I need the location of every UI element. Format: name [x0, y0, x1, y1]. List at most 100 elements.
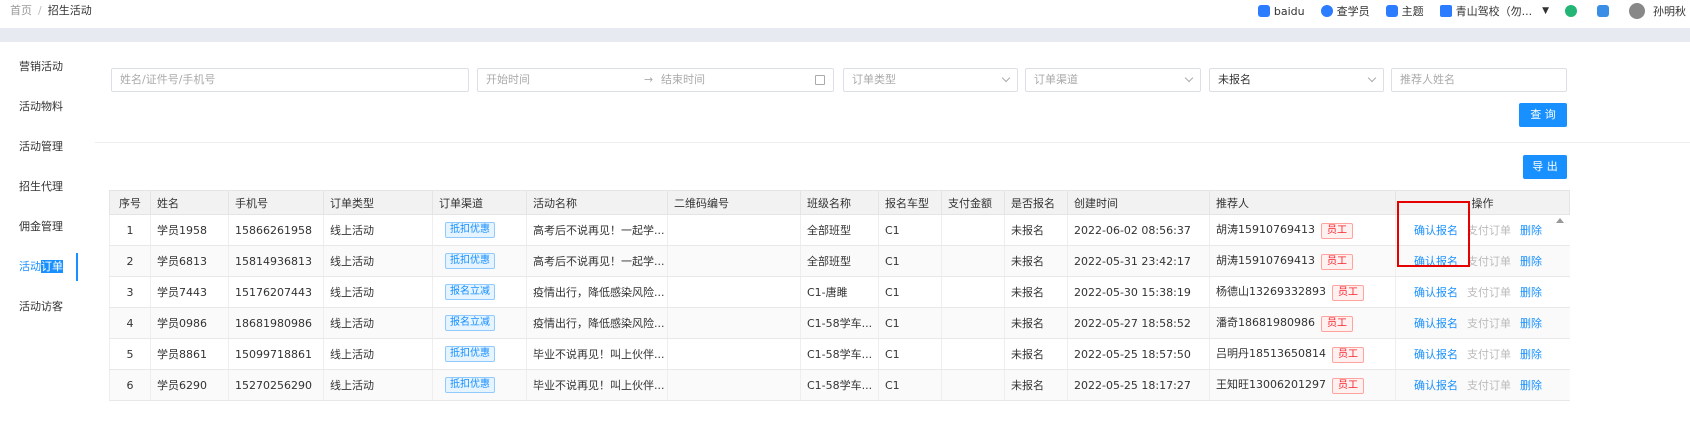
staff-badge: 员工	[1320, 316, 1353, 332]
row-channel: 抵扣优惠	[432, 369, 527, 401]
breadcrumb: 首页 / 招生活动	[10, 2, 92, 18]
channel-tag: 报名立减	[445, 315, 495, 331]
row-activity: 疫情出行，降低感染风险...	[526, 276, 668, 308]
row-activity: 高考后不说再见！一起学...	[526, 214, 668, 246]
refresh-button[interactable]	[1565, 5, 1581, 17]
row-order-type: 线上活动	[323, 245, 433, 277]
row-name: 学员6813	[150, 245, 229, 277]
order-type-placeholder: 订单类型	[852, 73, 896, 86]
row-car: C1	[878, 369, 942, 401]
row-qrcode	[667, 307, 801, 339]
header-class: 班级名称	[800, 190, 879, 215]
scroll-up-arrow-icon[interactable]	[1556, 218, 1564, 223]
delete-link[interactable]: 删除	[1520, 224, 1542, 237]
delete-link[interactable]: 删除	[1520, 348, 1542, 361]
sidebar: 营销活动 活动物料 活动管理 招生代理 佣金管理 活动订单 活动访客	[0, 42, 78, 435]
header-enrolled: 是否报名	[1004, 190, 1068, 215]
row-class: 全部班型	[800, 245, 879, 277]
row-name: 学员1958	[150, 214, 229, 246]
confirm-enroll-link[interactable]: 确认报名	[1414, 348, 1458, 361]
row-no: 3	[109, 276, 151, 308]
order-channel-placeholder: 订单渠道	[1034, 73, 1078, 86]
header-amount: 支付金额	[941, 190, 1005, 215]
shirt-icon	[1385, 5, 1398, 17]
row-amount	[941, 307, 1005, 339]
confirm-enroll-link[interactable]: 确认报名	[1414, 286, 1458, 299]
row-qrcode	[667, 214, 801, 246]
sidebar-item-activity-management[interactable]: 活动管理	[0, 133, 78, 161]
header-phone: 手机号	[228, 190, 324, 215]
school-label: 青山驾校（勿...	[1455, 5, 1533, 18]
breadcrumb-home[interactable]: 首页	[10, 4, 32, 17]
sidebar-item-activity-orders[interactable]: 活动订单	[0, 253, 78, 281]
table-row: 3 学员7443 15176207443 线上活动 报名立减 疫情出行，降低感染风险...…	[109, 276, 1570, 308]
sidebar-item-agents[interactable]: 招生代理	[0, 173, 78, 201]
search-student-link[interactable]: 查学员	[1320, 3, 1370, 19]
row-actions: 确认报名 支付订单 删除	[1395, 307, 1570, 339]
pay-order-link: 支付订单	[1467, 224, 1511, 237]
sidebar-item-commission[interactable]: 佣金管理	[0, 213, 78, 241]
keyword-input[interactable]: 姓名/证件号/手机号	[111, 68, 469, 92]
row-channel: 抵扣优惠	[432, 338, 527, 370]
row-activity: 毕业不说再见！叫上伙伴...	[526, 369, 668, 401]
pay-order-link: 支付订单	[1467, 255, 1511, 268]
row-qrcode	[667, 245, 801, 277]
table-row: 5 学员8861 15099718861 线上活动 抵扣优惠 毕业不说再见！叫上伙伴...…	[109, 338, 1570, 370]
row-amount	[941, 245, 1005, 277]
row-no: 4	[109, 307, 151, 339]
row-no: 6	[109, 369, 151, 401]
screen-button[interactable]	[1597, 5, 1613, 17]
order-channel-select[interactable]: 订单渠道	[1025, 68, 1201, 92]
row-class: C1-唐雎	[800, 276, 879, 308]
delete-link[interactable]: 删除	[1520, 286, 1542, 299]
user-menu[interactable]: 孙明秋	[1629, 3, 1686, 19]
row-car: C1	[878, 245, 942, 277]
table-header-row: 序号 姓名 手机号 订单类型 订单渠道 活动名称 二维码编号 班级名称 报名车型…	[109, 190, 1570, 215]
delete-link[interactable]: 删除	[1520, 379, 1542, 392]
row-qrcode	[667, 276, 801, 308]
pay-order-link: 支付订单	[1467, 317, 1511, 330]
channel-tag: 报名立减	[445, 284, 495, 300]
row-car: C1	[878, 214, 942, 246]
referrer-text: 吕明丹18513650814	[1216, 347, 1326, 360]
row-enrolled: 未报名	[1004, 307, 1068, 339]
theme-link[interactable]: 主题	[1385, 3, 1424, 19]
baidu-link[interactable]: baidu	[1257, 5, 1305, 18]
date-range-picker[interactable]: 开始时间 → 结束时间	[477, 68, 834, 92]
sidebar-item-visitors[interactable]: 活动访客	[0, 293, 78, 321]
row-enrolled: 未报名	[1004, 245, 1068, 277]
row-channel: 报名立减	[432, 276, 527, 308]
export-button[interactable]: 导 出	[1523, 155, 1567, 179]
row-channel: 抵扣优惠	[432, 214, 527, 246]
end-date-input[interactable]: 结束时间	[661, 69, 705, 91]
sidebar-item-marketing[interactable]: 营销活动	[0, 53, 78, 81]
delete-link[interactable]: 删除	[1520, 255, 1542, 268]
row-order-type: 线上活动	[323, 338, 433, 370]
row-phone: 15176207443	[228, 276, 324, 308]
start-date-input[interactable]: 开始时间	[486, 73, 530, 86]
row-referrer: 吕明丹18513650814 员工	[1209, 338, 1396, 370]
delete-link[interactable]: 删除	[1520, 317, 1542, 330]
confirm-enroll-link[interactable]: 确认报名	[1414, 317, 1458, 330]
school-switcher[interactable]: 青山驾校（勿... ▼	[1439, 3, 1549, 19]
row-name: 学员0986	[150, 307, 229, 339]
row-amount	[941, 369, 1005, 401]
row-created: 2022-05-25 18:17:27	[1067, 369, 1210, 401]
row-amount	[941, 338, 1005, 370]
sidebar-item-materials[interactable]: 活动物料	[0, 93, 78, 121]
enroll-status-select[interactable]: 未报名	[1209, 68, 1384, 92]
query-button[interactable]: 查 询	[1519, 103, 1567, 127]
channel-tag: 抵扣优惠	[445, 377, 495, 393]
row-enrolled: 未报名	[1004, 214, 1068, 246]
row-created: 2022-05-27 18:58:52	[1067, 307, 1210, 339]
row-created: 2022-05-30 15:38:19	[1067, 276, 1210, 308]
referrer-text: 杨德山13269332893	[1216, 285, 1326, 298]
confirm-enroll-link[interactable]: 确认报名	[1414, 379, 1458, 392]
staff-badge: 员工	[1320, 254, 1353, 270]
referrer-input[interactable]: 推荐人姓名	[1391, 68, 1567, 92]
referrer-text: 胡涛15910769413	[1216, 254, 1315, 267]
row-phone: 18681980986	[228, 307, 324, 339]
table-row: 6 学员6290 15270256290 线上活动 抵扣优惠 毕业不说再见！叫上伙伴...…	[109, 369, 1570, 401]
order-type-select[interactable]: 订单类型	[843, 68, 1018, 92]
header-qrcode: 二维码编号	[667, 190, 801, 215]
